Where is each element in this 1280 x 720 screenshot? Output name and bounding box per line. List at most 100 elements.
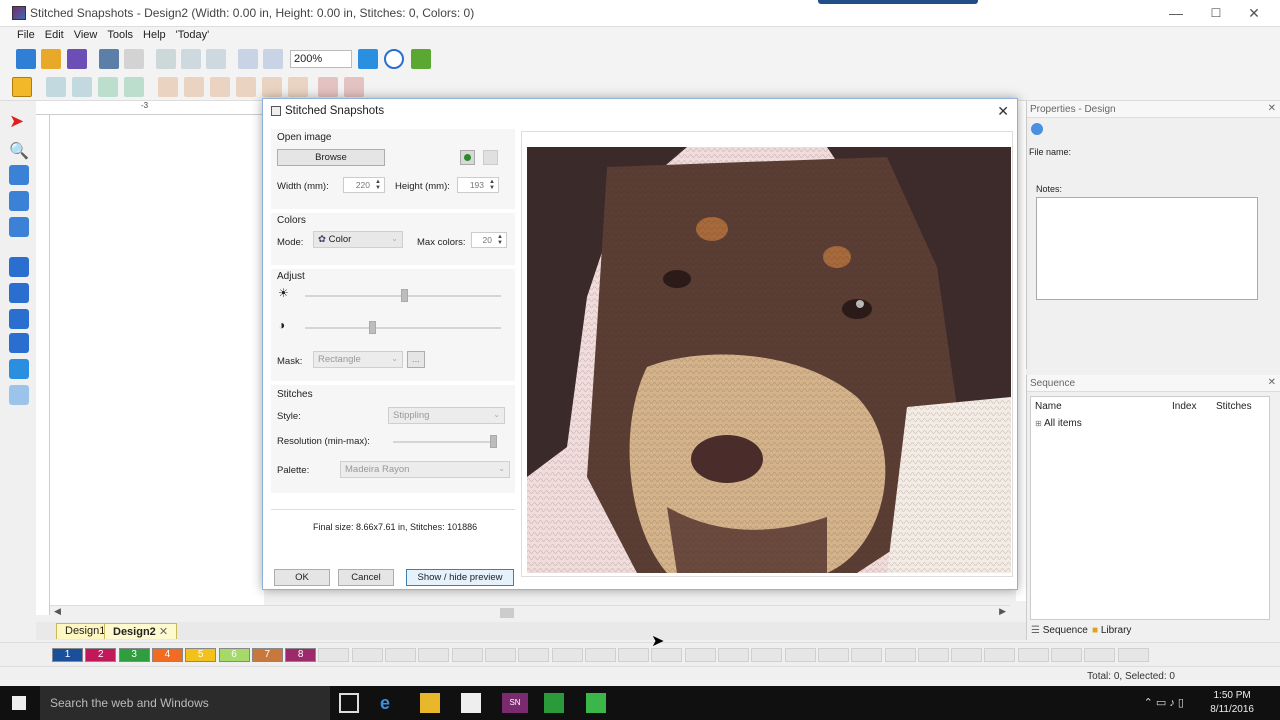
cancel-button[interactable]: Cancel bbox=[338, 569, 394, 586]
info-icon[interactable] bbox=[384, 49, 404, 69]
empty-color-slot[interactable] bbox=[851, 648, 883, 662]
color-swatch[interactable]: 4 bbox=[151, 648, 183, 662]
3d-icon[interactable] bbox=[9, 257, 29, 277]
empty-color-slot[interactable] bbox=[951, 648, 983, 662]
empty-color-slot[interactable] bbox=[418, 648, 450, 662]
open-folder-icon[interactable] bbox=[41, 49, 61, 69]
empty-color-slot[interactable] bbox=[451, 648, 483, 662]
mirror-v-icon[interactable] bbox=[72, 77, 92, 97]
empty-color-slot[interactable] bbox=[884, 648, 916, 662]
resolution-slider-knob[interactable] bbox=[490, 435, 497, 448]
rotate-left-icon[interactable] bbox=[98, 77, 118, 97]
refresh-icon[interactable] bbox=[460, 150, 475, 165]
file-explorer-icon[interactable] bbox=[420, 693, 440, 713]
copy-icon[interactable] bbox=[181, 49, 201, 69]
task-view-icon[interactable] bbox=[339, 693, 359, 713]
group-icon[interactable] bbox=[318, 77, 338, 97]
align-top-icon[interactable] bbox=[236, 77, 256, 97]
mask-options-button[interactable]: ... bbox=[407, 351, 425, 368]
empty-color-slot[interactable] bbox=[751, 648, 783, 662]
grid-tool-icon[interactable] bbox=[9, 283, 29, 303]
spin-arrows-icon[interactable]: ▲ ▼ bbox=[373, 179, 383, 191]
style-select[interactable]: Stippling ⌄ bbox=[388, 407, 505, 424]
menu-today[interactable]: 'Today' bbox=[171, 27, 215, 43]
empty-color-slot[interactable] bbox=[1084, 648, 1116, 662]
spin-arrows-icon[interactable]: ▲ ▼ bbox=[487, 179, 497, 191]
col-stitches[interactable]: Stitches bbox=[1216, 401, 1252, 412]
resolution-slider[interactable] bbox=[393, 441, 497, 443]
empty-color-slot[interactable] bbox=[917, 648, 949, 662]
app-green-icon[interactable] bbox=[544, 693, 564, 713]
align-center-icon[interactable] bbox=[184, 77, 204, 97]
brightness-slider-knob[interactable] bbox=[401, 289, 409, 302]
empty-color-slot[interactable] bbox=[684, 648, 716, 662]
scroll-right-icon[interactable]: ▶ bbox=[999, 606, 1006, 617]
picture-icon[interactable] bbox=[9, 217, 29, 237]
empty-color-slot[interactable] bbox=[484, 648, 516, 662]
taskbar-clock[interactable]: 1:50 PM 8/11/2016 bbox=[1210, 689, 1254, 717]
empty-color-slot[interactable] bbox=[385, 648, 416, 662]
empty-color-slot[interactable] bbox=[817, 648, 849, 662]
edge-icon[interactable]: e bbox=[380, 693, 400, 713]
palette-select[interactable]: Madeira Rayon ⌄ bbox=[340, 461, 510, 478]
ungroup-icon[interactable] bbox=[344, 77, 364, 97]
empty-color-slot[interactable] bbox=[1051, 648, 1082, 662]
print-icon[interactable] bbox=[99, 49, 119, 69]
empty-color-slot[interactable] bbox=[618, 648, 650, 662]
color-swatch[interactable]: 8 bbox=[285, 648, 317, 662]
panel-close-icon[interactable]: ✕ bbox=[1268, 103, 1276, 114]
ok-button[interactable]: OK bbox=[274, 569, 330, 586]
cut-icon[interactable] bbox=[156, 49, 176, 69]
scroll-left-icon[interactable]: ◀ bbox=[54, 606, 61, 617]
print-preview-icon[interactable] bbox=[124, 49, 144, 69]
windows-start-icon[interactable] bbox=[12, 696, 26, 710]
save-icon[interactable] bbox=[67, 49, 87, 69]
expand-icon[interactable]: ⊞ bbox=[1035, 419, 1042, 428]
align-right-icon[interactable] bbox=[210, 77, 230, 97]
align-middle-icon[interactable] bbox=[262, 77, 282, 97]
col-name[interactable]: Name bbox=[1035, 401, 1062, 412]
stitch-tool-icon[interactable] bbox=[9, 385, 29, 405]
empty-color-slot[interactable] bbox=[351, 648, 383, 662]
empty-color-slot[interactable] bbox=[984, 648, 1016, 662]
empty-color-slot[interactable] bbox=[318, 648, 350, 662]
menu-tools[interactable]: Tools bbox=[102, 27, 138, 43]
grid-icon[interactable] bbox=[358, 49, 378, 69]
empty-color-slot[interactable] bbox=[1117, 648, 1149, 662]
contrast-slider[interactable] bbox=[305, 327, 501, 329]
color-swatch[interactable]: 7 bbox=[251, 648, 283, 662]
close-tab-icon[interactable]: ✕ bbox=[159, 626, 168, 638]
select-mode-icon[interactable] bbox=[12, 77, 32, 97]
app-green2-icon[interactable] bbox=[586, 693, 606, 713]
menu-edit[interactable]: Edit bbox=[40, 27, 69, 43]
panel-close-icon[interactable]: ✕ bbox=[1268, 377, 1276, 388]
empty-color-slot[interactable] bbox=[718, 648, 749, 662]
new-file-icon[interactable] bbox=[16, 49, 36, 69]
horizontal-scrollbar[interactable]: ◀ ▶ bbox=[50, 605, 1010, 619]
shape-icon[interactable] bbox=[9, 309, 29, 329]
rotate-right-icon[interactable] bbox=[124, 77, 144, 97]
color-swatch[interactable]: 3 bbox=[118, 648, 150, 662]
zoom-icon[interactable]: 🔍 bbox=[9, 141, 29, 161]
dialog-close-icon[interactable]: ✕ bbox=[997, 103, 1009, 120]
empty-color-slot[interactable] bbox=[518, 648, 550, 662]
notes-field[interactable] bbox=[1036, 197, 1258, 300]
tab-library[interactable]: ■ Library bbox=[1092, 625, 1131, 636]
menu-file[interactable]: File bbox=[12, 27, 40, 43]
close-button[interactable]: ✕ bbox=[1234, 4, 1274, 22]
maximize-button[interactable]: ☐ bbox=[1196, 4, 1236, 22]
info-tool-icon[interactable] bbox=[9, 333, 29, 353]
pointer-icon[interactable]: ➤ bbox=[9, 111, 29, 131]
measure-icon[interactable] bbox=[9, 191, 29, 211]
pan-hand-icon[interactable] bbox=[9, 165, 29, 185]
undo-icon[interactable] bbox=[238, 49, 258, 69]
mask-select[interactable]: Rectangle ⌄ bbox=[313, 351, 403, 368]
contrast-slider-knob[interactable] bbox=[369, 321, 377, 334]
zoom-select[interactable]: 200% bbox=[290, 50, 352, 68]
menu-view[interactable]: View bbox=[69, 27, 103, 43]
color-swatch[interactable]: 5 bbox=[185, 648, 217, 662]
show-hide-preview-button[interactable]: Show / hide preview bbox=[406, 569, 514, 586]
design-canvas[interactable] bbox=[50, 115, 264, 605]
minimize-button[interactable]: — bbox=[1156, 4, 1196, 22]
table-row[interactable]: ⊞ All items bbox=[1035, 418, 1082, 429]
